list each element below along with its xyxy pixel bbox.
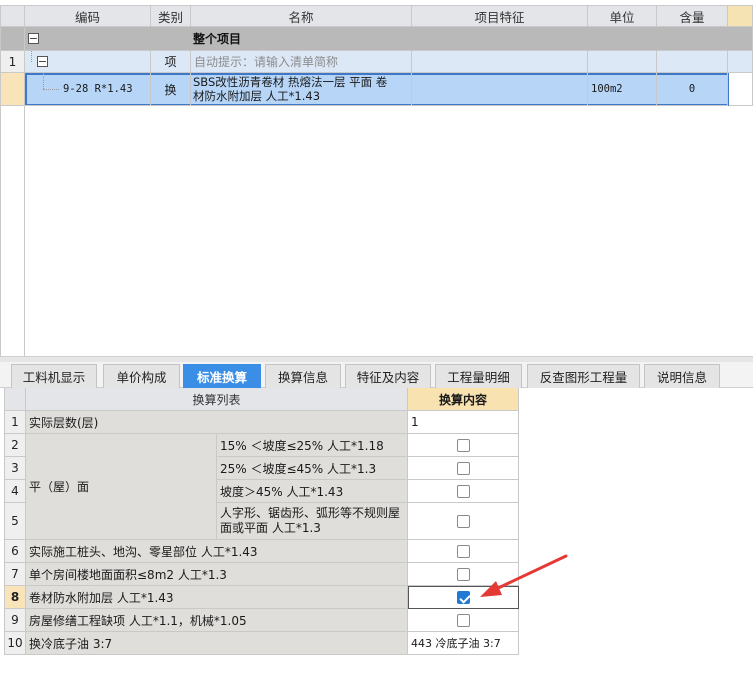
row2-name-line2: 材防水附加层 人工*1.43 xyxy=(193,89,321,103)
conversion-label-repair-missing-items: 房屋修缮工程缺项 人工*1.1，机械*1.05 xyxy=(26,609,408,632)
column-header-features[interactable]: 项目特征 xyxy=(412,5,588,27)
slope-over-45-cell[interactable] xyxy=(408,480,519,503)
conversion-label-slope-25-45: 25% ＜坡度≤45% 人工*1.3 xyxy=(217,457,408,480)
repair-missing-items-checkbox[interactable] xyxy=(456,613,470,627)
slope-15-25-cell[interactable] xyxy=(408,434,519,457)
row2-name[interactable]: SBS改性沥青卷材 热熔法一层 平面 卷 材防水附加层 人工*1.43 xyxy=(191,73,412,106)
boq-grid: 编码 类别 名称 项目特征 单位 含量 − 整个项目 1 − 项 自动提示：请输… xyxy=(0,0,753,356)
slope-25-45-cell[interactable] xyxy=(408,457,519,480)
conversion-label-actual-layers: 实际层数(层) xyxy=(26,411,408,434)
row2-category[interactable]: 换 xyxy=(151,73,191,106)
column-header-more[interactable] xyxy=(728,5,753,27)
tree-connector xyxy=(31,51,32,62)
tab-features-content[interactable]: 特征及内容 xyxy=(345,364,431,388)
row2-name-line1: SBS改性沥青卷材 热熔法一层 平面 卷 xyxy=(193,75,388,89)
conversion-label-additional-membrane: 卷材防水附加层 人工*1.43 xyxy=(26,586,408,609)
conversion-label-irregular-roof: 人字形、锯齿形、弧形等不规则屋 面或平面 人工*1.3 xyxy=(217,503,408,540)
tab-reverse-graphic-quantity[interactable]: 反查图形工程量 xyxy=(527,364,640,388)
group-title: 整个项目 xyxy=(193,32,242,46)
row-index: 4 xyxy=(4,480,26,503)
row1-features[interactable] xyxy=(412,51,588,73)
row2-features[interactable] xyxy=(412,73,588,106)
row-index: 7 xyxy=(4,563,26,586)
row2-more[interactable] xyxy=(729,73,753,106)
column-header-unit[interactable]: 单位 xyxy=(588,5,657,27)
row-index-active: 8 xyxy=(4,586,26,609)
column-header-category[interactable]: 类别 xyxy=(151,5,191,27)
detail-tab-strip: 工料机显示 单价构成 标准换算 换算信息 特征及内容 工程量明细 反查图形工程量… xyxy=(0,362,753,388)
row1-amount[interactable] xyxy=(657,51,728,73)
tab-quantity-details[interactable]: 工程量明细 xyxy=(435,364,522,388)
conversion-label-slope-over-45: 坡度＞45% 人工*1.43 xyxy=(217,480,408,503)
irregular-roof-line1: 人字形、锯齿形、弧形等不规则屋 xyxy=(220,506,401,520)
row-index: 10 xyxy=(4,632,26,655)
tab-unit-price-composition[interactable]: 单价构成 xyxy=(103,364,180,388)
irregular-roof-cell[interactable] xyxy=(408,503,519,540)
actual-layers-input[interactable]: 1 xyxy=(408,411,519,434)
additional-membrane-checkbox[interactable] xyxy=(457,591,470,604)
tab-standard-conversion[interactable]: 标准换算 xyxy=(183,364,261,388)
red-arrow-annotation xyxy=(480,554,568,597)
column-header-conversion-list[interactable]: 换算列表 xyxy=(26,388,408,411)
collapse-icon[interactable]: − xyxy=(37,56,48,67)
column-header-conversion-content[interactable]: 换算内容 xyxy=(408,388,519,411)
row-index: 6 xyxy=(4,540,26,563)
row-gutter-selected xyxy=(0,73,25,106)
row-index: 9 xyxy=(4,609,26,632)
group-row-whole-project[interactable]: − 整个项目 xyxy=(25,27,753,51)
row2-amount[interactable]: 0 xyxy=(657,73,728,106)
row1-more[interactable] xyxy=(728,51,753,73)
cold-primer-select[interactable]: 443 冷底子油 3:7 xyxy=(408,632,519,655)
irregular-roof-checkbox[interactable] xyxy=(456,514,470,528)
tab-description-info[interactable]: 说明信息 xyxy=(644,364,720,388)
collapse-icon[interactable]: − xyxy=(28,33,39,44)
row-index: 1 xyxy=(4,411,26,434)
row1-category[interactable]: 项 xyxy=(151,51,191,73)
tab-conversion-info[interactable]: 换算信息 xyxy=(265,364,341,388)
row1-name-hint[interactable]: 自动提示：请输入清单简称 xyxy=(191,51,412,73)
slope-25-45-checkbox[interactable] xyxy=(456,461,470,475)
header-row-gutter xyxy=(0,5,25,27)
conversion-label-small-room: 单个房间楼地面面积≤8m2 人工*1.3 xyxy=(26,563,408,586)
conversion-group-flat-roof: 平（屋）面 xyxy=(26,434,217,540)
tab-labor-material-machine[interactable]: 工料机显示 xyxy=(11,364,97,388)
conversion-label-slope-15-25: 15% ＜坡度≤25% 人工*1.18 xyxy=(217,434,408,457)
row-index: 2 xyxy=(4,434,26,457)
row1-code-cell[interactable]: − xyxy=(25,51,151,73)
row2-unit[interactable]: 100m2 xyxy=(588,73,657,106)
row1-unit[interactable] xyxy=(588,51,657,73)
tree-connector xyxy=(43,89,59,90)
header-row-gutter xyxy=(4,388,26,411)
column-header-code[interactable]: 编码 xyxy=(25,5,151,27)
conversion-label-pile-heads: 实际施工桩头、地沟、零星部位 人工*1.43 xyxy=(26,540,408,563)
small-room-checkbox[interactable] xyxy=(456,567,470,581)
row-index: 1 xyxy=(0,51,25,73)
repair-missing-items-cell[interactable] xyxy=(408,609,519,632)
row-index: 3 xyxy=(4,457,26,480)
column-header-amount[interactable]: 含量 xyxy=(657,5,728,27)
row-gutter xyxy=(0,27,25,51)
empty-gutter xyxy=(0,106,25,356)
pile-heads-checkbox[interactable] xyxy=(456,544,470,558)
tree-connector xyxy=(43,73,44,89)
standard-conversion-panel: 换算列表 换算内容 1 实际层数(层) 1 2 3 4 5 平（屋）面 15% … xyxy=(0,388,753,694)
column-header-name[interactable]: 名称 xyxy=(191,5,412,27)
slope-15-25-checkbox[interactable] xyxy=(456,438,470,452)
row-index: 5 xyxy=(4,503,26,540)
irregular-roof-line2: 面或平面 人工*1.3 xyxy=(220,521,321,535)
slope-over-45-checkbox[interactable] xyxy=(456,484,470,498)
conversion-label-cold-primer: 换冷底子油 3:7 xyxy=(26,632,408,655)
